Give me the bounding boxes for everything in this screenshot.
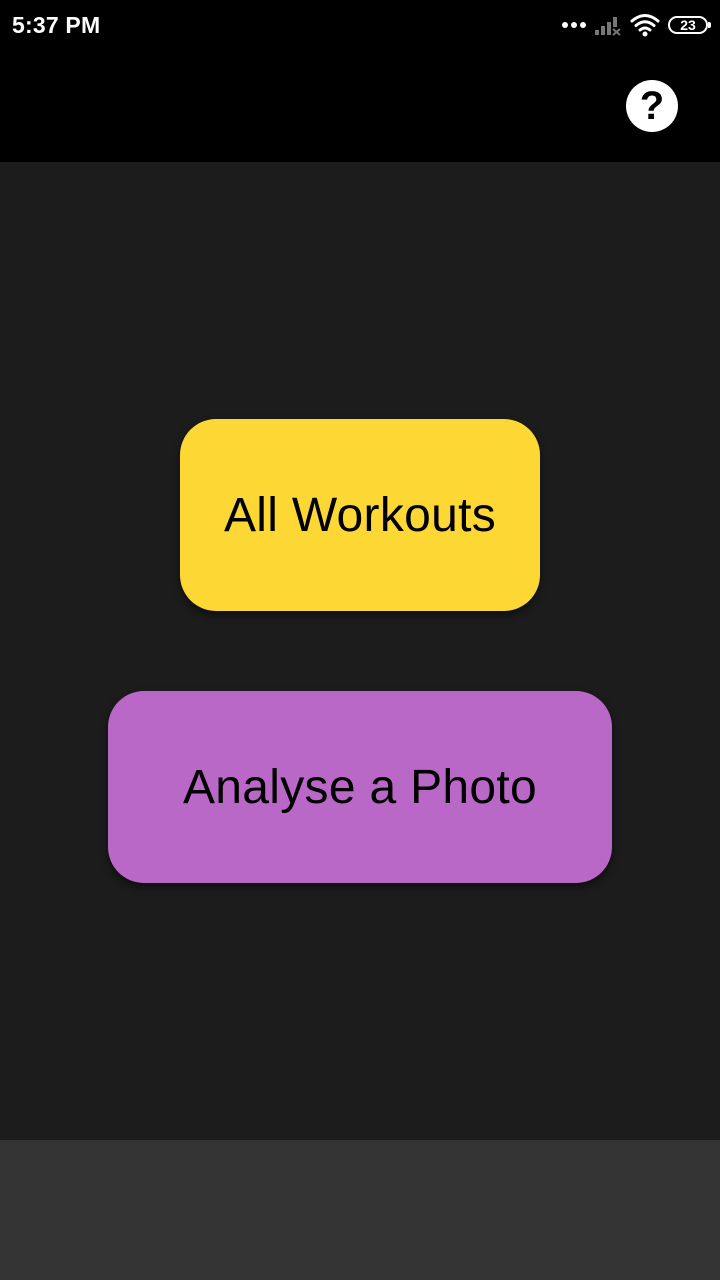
main-content: All Workouts Analyse a Photo xyxy=(0,162,720,1140)
analyse-photo-button[interactable]: Analyse a Photo xyxy=(108,691,612,883)
help-icon: ? xyxy=(639,84,665,128)
bottom-bar xyxy=(0,1140,720,1280)
wifi-icon xyxy=(630,14,660,37)
signal-icon xyxy=(595,17,621,36)
all-workouts-button[interactable]: All Workouts xyxy=(180,419,540,611)
more-dots-icon xyxy=(562,22,586,28)
status-bar: 5:37 PM 23 xyxy=(0,0,720,52)
screen: 5:37 PM 23 ? All Workouts Analyse a Phot… xyxy=(0,0,720,1280)
status-time: 5:37 PM xyxy=(12,12,101,38)
all-workouts-label: All Workouts xyxy=(223,488,497,542)
app-bar: ? xyxy=(0,52,720,162)
battery-icon: 23 xyxy=(668,16,711,34)
status-icons: 23 xyxy=(562,12,711,38)
battery-level: 23 xyxy=(680,17,696,33)
help-button[interactable]: ? xyxy=(626,80,678,132)
analyse-photo-label: Analyse a Photo xyxy=(182,760,538,814)
